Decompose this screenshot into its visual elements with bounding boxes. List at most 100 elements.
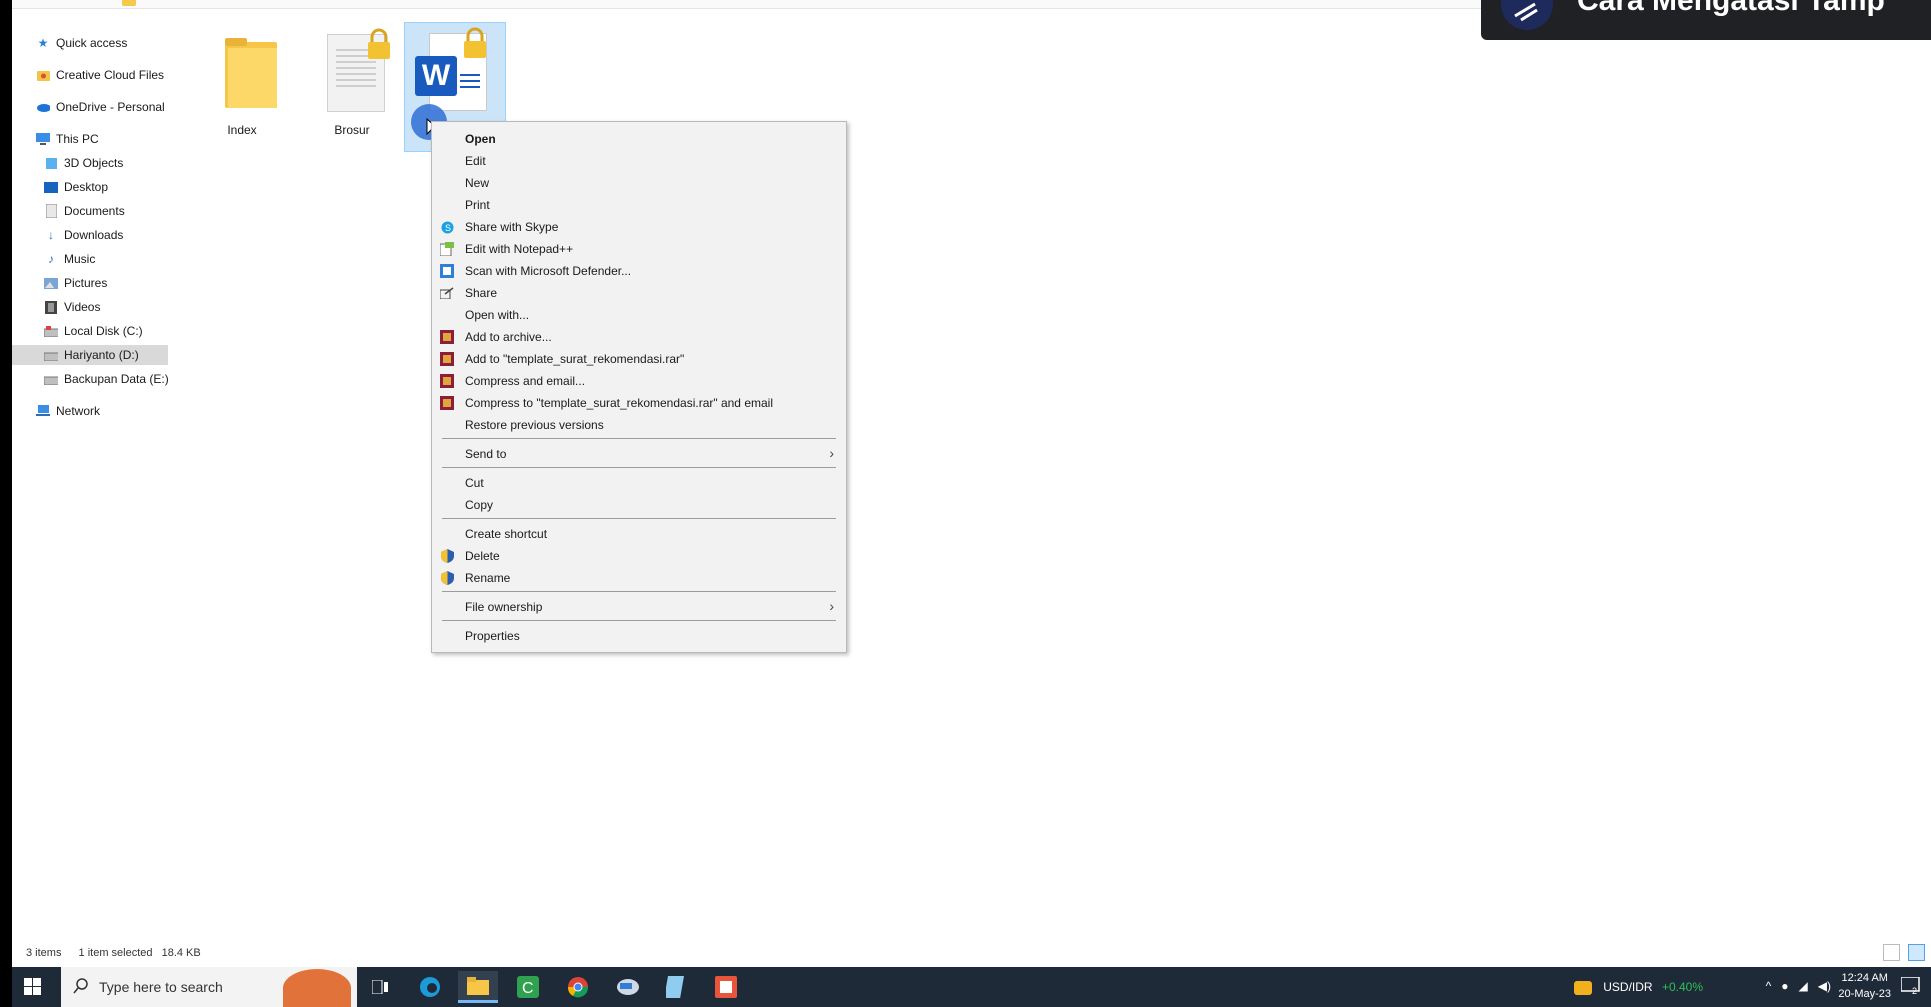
menu-item-label: Open <box>465 132 496 146</box>
menu-item-add-to-rar[interactable]: Add to "template_surat_rekomendasi.rar" <box>432 348 846 370</box>
notification-center-icon[interactable]: 2 <box>1900 976 1921 998</box>
sidebar-item-label: Local Disk (C:) <box>64 324 143 338</box>
currency-change: +0.40% <box>1661 980 1703 994</box>
menu-item-rename[interactable]: Rename <box>432 567 846 589</box>
currency-widget[interactable]: USD/IDR +0.40% <box>1573 980 1703 995</box>
pictures-icon <box>44 276 58 290</box>
menu-item-share[interactable]: Share <box>432 282 846 304</box>
menu-item-print[interactable]: Print <box>432 194 846 216</box>
recording-app-icon[interactable] <box>706 971 746 1003</box>
menu-item-delete[interactable]: Delete <box>432 545 846 567</box>
clock-date: 20-May-23 <box>1838 988 1891 1000</box>
view-toggle <box>1879 944 1925 966</box>
taskbar-search-box[interactable]: Type here to search <box>61 967 357 1007</box>
sidebar-item-label: Videos <box>64 300 101 314</box>
winrar-icon <box>440 352 454 366</box>
chrome-icon[interactable] <box>558 971 598 1003</box>
menu-item-add-to-archive[interactable]: Add to archive... <box>432 326 846 348</box>
sidebar-item-quick-access[interactable]: ★ Quick access <box>36 33 128 53</box>
volume-icon[interactable]: ◀) <box>1818 979 1831 993</box>
menu-item-create-shortcut[interactable]: Create shortcut <box>432 523 846 545</box>
menu-item-label: Scan with Microsoft Defender... <box>465 264 632 278</box>
details-view-icon[interactable] <box>1882 944 1900 961</box>
notification-count: 2 <box>1912 986 1917 995</box>
wifi-icon[interactable]: ◢ <box>1799 979 1808 993</box>
sidebar-item-videos[interactable]: Videos <box>44 297 100 317</box>
music-note-icon: ♪ <box>48 252 54 266</box>
context-menu: Open Edit New Print S Share with Skype E… <box>431 121 847 653</box>
sidebar-item-pictures[interactable]: Pictures <box>44 273 107 293</box>
sidebar-item-backupan-e[interactable]: Backupan Data (E:) <box>44 369 169 389</box>
menu-item-label: Compress to "template_surat_rekomendasi.… <box>465 396 773 410</box>
menu-item-label: Properties <box>465 629 520 643</box>
sidebar-item-label: Backupan Data (E:) <box>64 372 169 386</box>
sidebar-item-label: Downloads <box>64 228 124 242</box>
file-item-document[interactable]: Brosur <box>302 24 402 154</box>
menu-item-label: Add to "template_surat_rekomendasi.rar" <box>465 352 685 366</box>
camtasia-icon[interactable]: C <box>508 971 548 1003</box>
sidebar-item-desktop[interactable]: Desktop <box>44 177 108 197</box>
menu-separator <box>442 620 836 621</box>
sidebar-item-label: Hariyanto (D:) <box>64 348 139 362</box>
menu-item-compress-to-rar-email[interactable]: Compress to "template_surat_rekomendasi.… <box>432 392 846 414</box>
sidebar-item-creative-cloud[interactable]: Creative Cloud Files <box>36 65 164 85</box>
computer-icon <box>36 132 50 146</box>
menu-item-cut[interactable]: Cut <box>432 472 846 494</box>
item-count: 3 items <box>26 947 62 959</box>
microphone-icon[interactable]: ● <box>1781 979 1788 993</box>
menu-item-edit-notepadpp[interactable]: Edit with Notepad++ <box>432 238 846 260</box>
sidebar-item-music[interactable]: ♪ Music <box>44 249 95 269</box>
menu-item-label: Add to archive... <box>465 330 552 344</box>
file-explorer-icon[interactable] <box>458 971 498 1003</box>
menu-item-properties[interactable]: Properties <box>432 625 846 647</box>
menu-item-restore-previous[interactable]: Restore previous versions <box>432 414 846 436</box>
menu-item-open-with[interactable]: Open with... <box>432 304 846 326</box>
drive-icon <box>44 372 58 386</box>
menu-item-label: Compress and email... <box>465 374 586 388</box>
menu-item-send-to[interactable]: Send to › <box>432 443 846 465</box>
sidebar-item-this-pc[interactable]: This PC <box>36 129 99 149</box>
tray-icons: ^ ● ◢ ◀) <box>1766 979 1831 993</box>
sidebar-item-label: Pictures <box>64 276 108 290</box>
menu-item-edit[interactable]: Edit <box>432 150 846 172</box>
menu-item-compress-and-email[interactable]: Compress and email... <box>432 370 846 392</box>
menu-item-label: Send to <box>465 447 507 461</box>
chevron-up-icon[interactable]: ^ <box>1766 979 1772 993</box>
sidebar-item-documents[interactable]: Documents <box>44 201 125 221</box>
menu-item-label: File ownership <box>465 600 543 614</box>
large-icons-view-icon[interactable] <box>1908 944 1925 961</box>
menu-item-copy[interactable]: Copy <box>432 494 846 516</box>
sidebar-item-3d-objects[interactable]: 3D Objects <box>44 153 123 173</box>
selection-size: 18.4 KB <box>161 947 201 959</box>
clock-time: 12:24 AM <box>1841 972 1888 984</box>
winrar-icon <box>440 374 454 388</box>
sidebar-item-label: This PC <box>56 132 99 146</box>
menu-item-open[interactable]: Open <box>432 128 846 150</box>
sidebar-item-downloads[interactable]: ↓ Downloads <box>44 225 123 245</box>
coin-icon <box>1573 980 1592 995</box>
film-icon <box>44 300 58 314</box>
menu-item-share-with-skype[interactable]: S Share with Skype <box>432 216 846 238</box>
sidebar-item-onedrive[interactable]: OneDrive - Personal <box>36 97 165 117</box>
sidebar-item-network[interactable]: Network <box>36 401 100 421</box>
app-icon[interactable] <box>608 971 648 1003</box>
edge-icon[interactable] <box>410 971 450 1003</box>
task-view-icon[interactable] <box>360 971 400 1003</box>
sidebar-item-hariyanto-d[interactable]: Hariyanto (D:) <box>12 345 168 365</box>
desktop-icon <box>44 180 58 194</box>
sidebar-item-label: Documents <box>64 204 125 218</box>
windows-start-icon[interactable] <box>24 978 41 995</box>
network-icon <box>36 404 50 418</box>
file-item-folder[interactable]: Index <box>192 24 292 154</box>
system-tray: USD/IDR +0.40% ^ ● ◢ ◀) 12:24 AM 20-May-… <box>1511 967 1931 1007</box>
notepad-icon[interactable] <box>656 971 696 1003</box>
menu-item-label: Edit <box>465 154 486 168</box>
clock[interactable]: 12:24 AM 20-May-23 <box>1838 970 1891 1002</box>
sidebar-item-label: OneDrive - Personal <box>56 100 165 114</box>
menu-item-file-ownership[interactable]: File ownership › <box>432 596 846 618</box>
menu-item-label: Create shortcut <box>465 527 548 541</box>
menu-item-new[interactable]: New <box>432 172 846 194</box>
cube-icon <box>44 156 58 170</box>
sidebar-item-local-disk-c[interactable]: Local Disk (C:) <box>44 321 143 341</box>
menu-item-scan-defender[interactable]: Scan with Microsoft Defender... <box>432 260 846 282</box>
